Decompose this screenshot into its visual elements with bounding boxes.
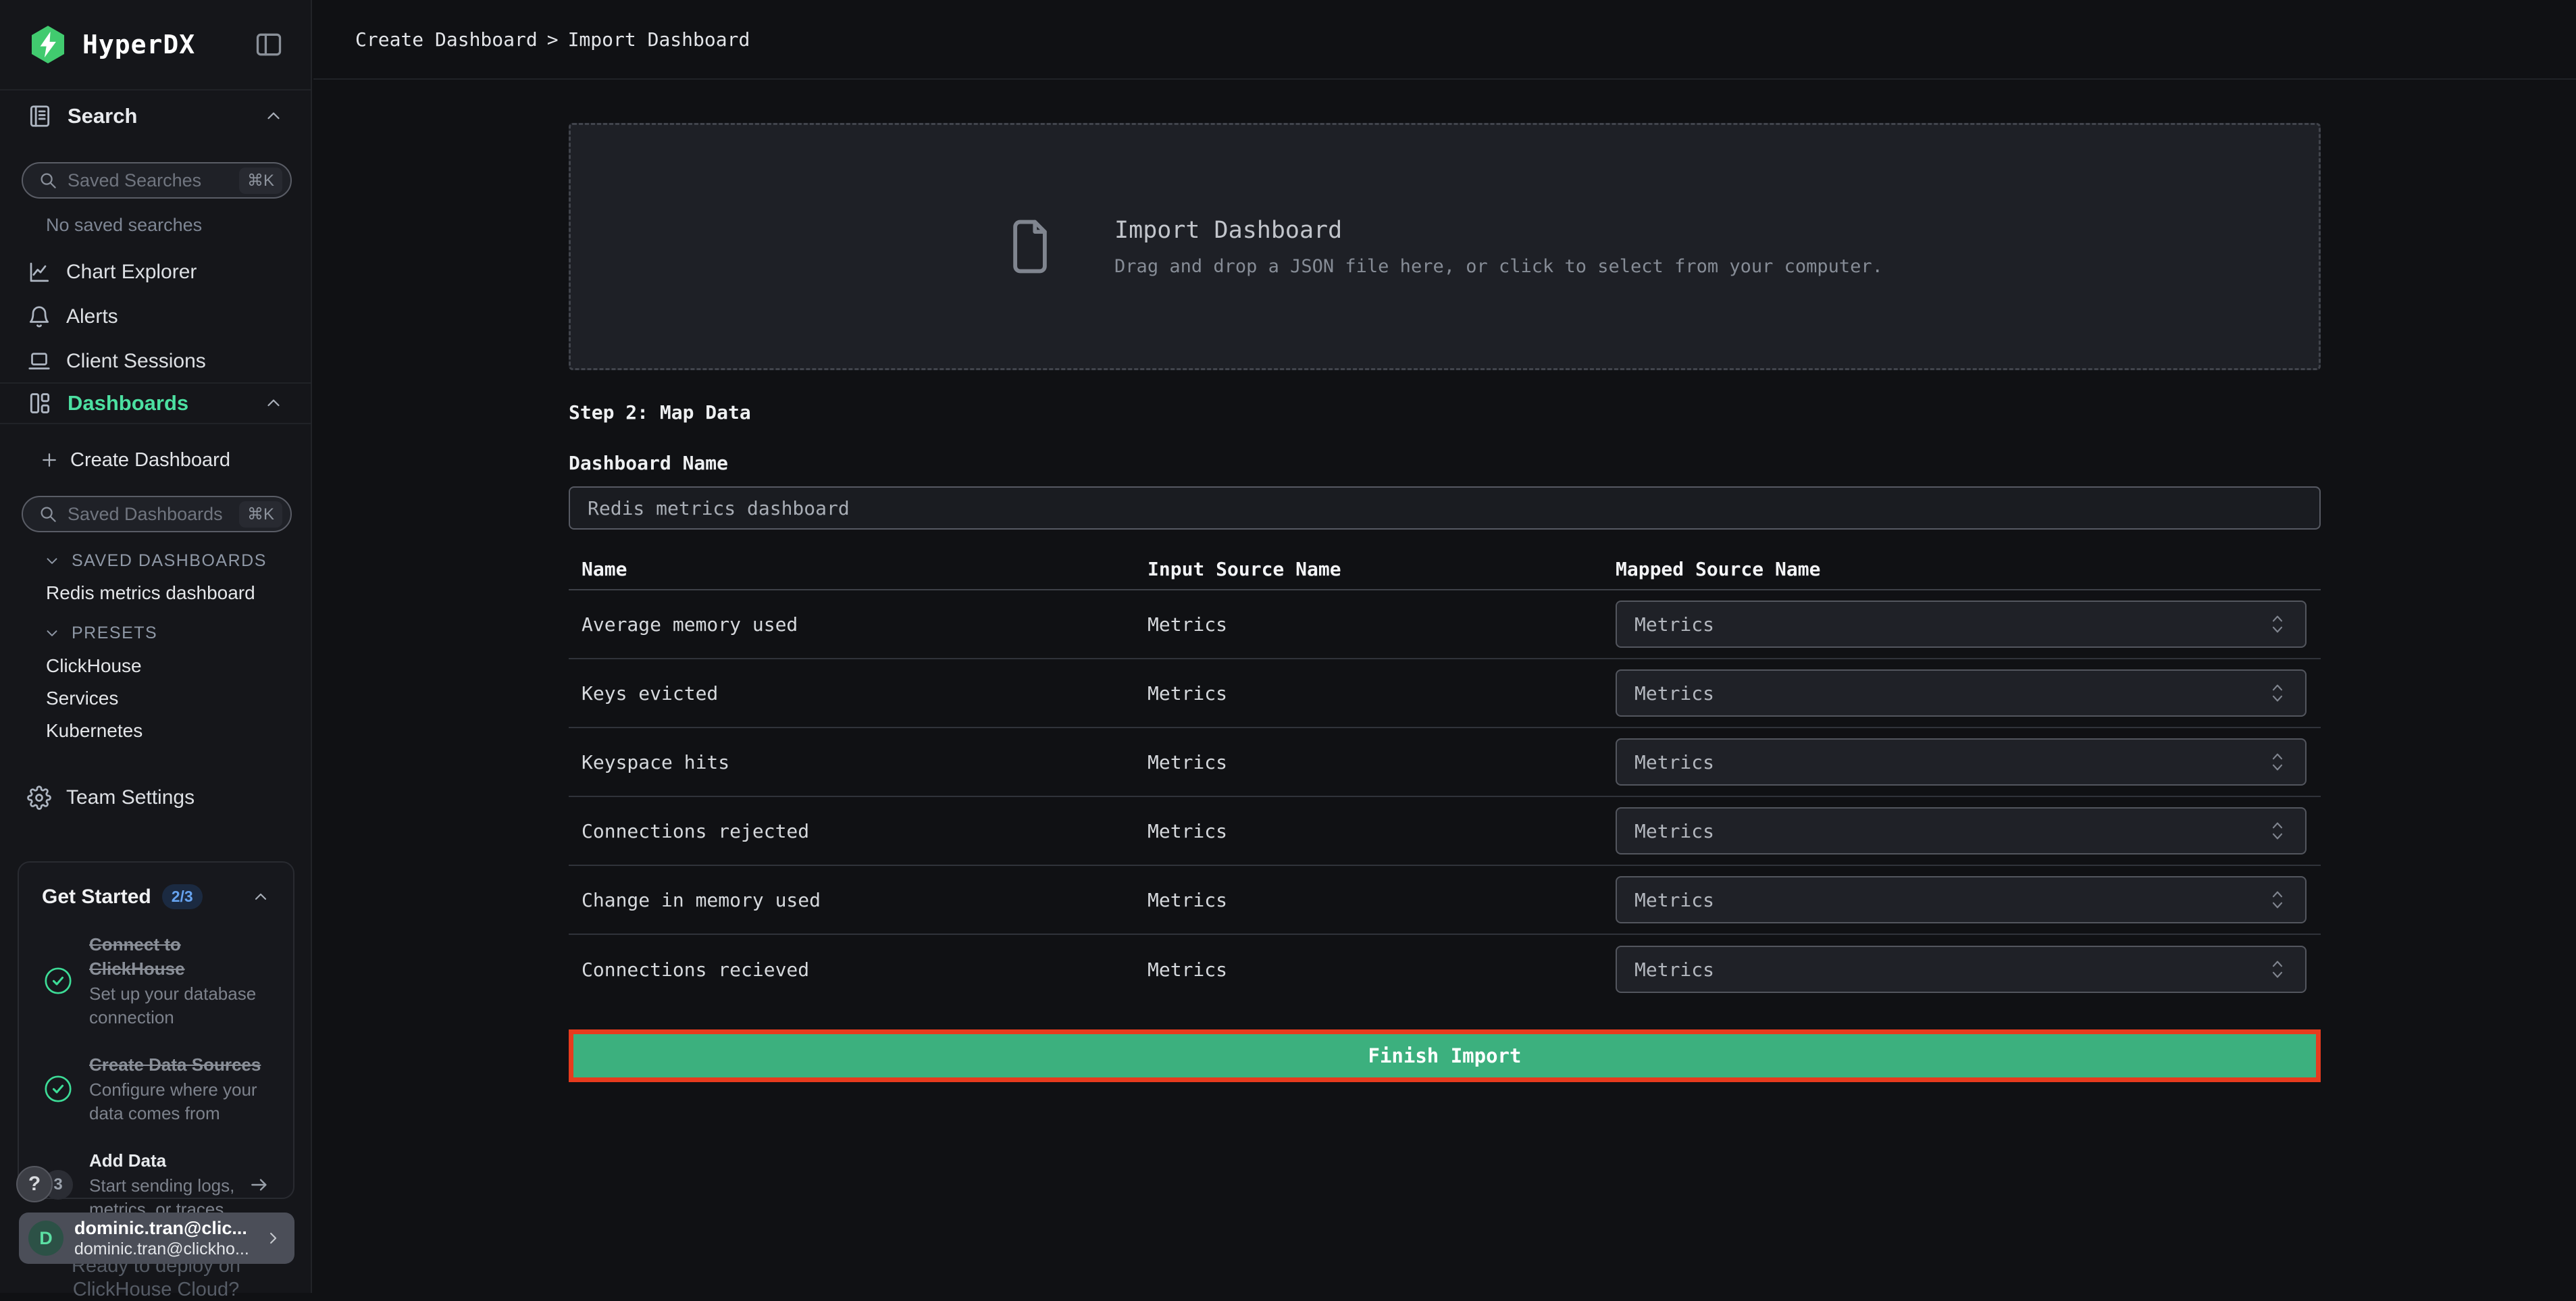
sidebar-item-client-sessions[interactable]: Client Sessions: [0, 339, 311, 384]
select-updown-icon: [2267, 681, 2288, 705]
sidebar-item-team-settings[interactable]: Team Settings: [0, 775, 311, 820]
mapping-table: Name Input Source Name Mapped Source Nam…: [569, 549, 2321, 1004]
breadcrumb-separator: >: [547, 28, 559, 51]
sidebar-section-search[interactable]: Search: [0, 89, 311, 142]
table-row: Change in memory used Metrics Metrics: [569, 866, 2321, 935]
help-button[interactable]: ?: [16, 1166, 53, 1202]
chevron-up-icon[interactable]: [251, 888, 270, 907]
dashboard-grid-icon: [27, 390, 53, 416]
progress-badge: 2/3: [162, 884, 203, 909]
table-row: Keys evicted Metrics Metrics: [569, 659, 2321, 728]
column-header-name: Name: [569, 558, 1135, 580]
sidebar: HyperDX Search ⌘K No saved searches Char…: [0, 0, 312, 1293]
select-updown-icon: [2267, 750, 2288, 774]
saved-dashboards-search[interactable]: ⌘K: [22, 496, 292, 532]
breadcrumb-create-dashboard[interactable]: Create Dashboard: [355, 28, 538, 51]
search-icon: [38, 504, 58, 524]
mapped-source-select[interactable]: Metrics: [1616, 738, 2307, 786]
main-area: Import Dashboard Drag and drop a JSON fi…: [313, 81, 2576, 1293]
presets-header[interactable]: PRESETS: [0, 617, 311, 649]
arrow-right-icon: [249, 1174, 270, 1196]
file-icon: [1006, 215, 1054, 278]
brand-name: HyperDX: [82, 30, 195, 59]
user-name: dominic.tran@clic...: [74, 1217, 263, 1239]
get-started-card: Get Started 2/3 Connect to ClickHouse Se…: [18, 861, 294, 1199]
import-dropzone[interactable]: Import Dashboard Drag and drop a JSON fi…: [569, 123, 2321, 370]
column-header-mapped-source: Mapped Source Name: [1603, 558, 2321, 580]
get-started-step-add-data[interactable]: 3 Add Data Start sending logs, metrics, …: [42, 1148, 270, 1221]
chevron-down-icon: [43, 624, 61, 642]
user-profile-button[interactable]: D dominic.tran@clic... dominic.tran@clic…: [19, 1213, 294, 1264]
saved-searches-search[interactable]: ⌘K: [22, 162, 292, 199]
get-started-step-connect[interactable]: Connect to ClickHouse Set up your databa…: [42, 932, 270, 1029]
mapped-source-select[interactable]: Metrics: [1616, 876, 2307, 923]
sidebar-item-preset-kubernetes[interactable]: Kubernetes: [0, 715, 311, 747]
cloud-teaser-line2: ClickHouse Cloud?: [0, 1279, 312, 1301]
saved-dashboards-input[interactable]: [68, 504, 239, 525]
get-started-step-sources[interactable]: Create Data Sources Configure where your…: [42, 1052, 270, 1125]
dashboards-section-label: Dashboards: [68, 391, 188, 415]
select-updown-icon: [2267, 888, 2288, 912]
breadcrumb-import-dashboard[interactable]: Import Dashboard: [568, 28, 750, 51]
gear-icon: [27, 786, 51, 810]
check-circle-icon: [43, 1073, 74, 1104]
sidebar-item-chart-explorer[interactable]: Chart Explorer: [0, 250, 311, 295]
topbar: Create Dashboard > Import Dashboard: [313, 0, 2576, 80]
chevron-right-icon: [263, 1229, 282, 1248]
chevron-down-icon: [43, 552, 61, 569]
dashboard-name-input[interactable]: [569, 486, 2321, 530]
sidebar-collapse-icon[interactable]: [254, 30, 284, 59]
chevron-up-icon: [263, 106, 284, 126]
hyperdx-logo-icon: [27, 24, 69, 66]
select-updown-icon: [2267, 819, 2288, 843]
table-header-row: Name Input Source Name Mapped Source Nam…: [569, 549, 2321, 590]
avatar: D: [28, 1221, 63, 1256]
table-row: Connections rejected Metrics Metrics: [569, 797, 2321, 866]
chart-icon: [27, 260, 51, 284]
check-circle-icon: [43, 965, 74, 996]
plus-icon: [39, 450, 59, 470]
search-section-label: Search: [68, 104, 137, 128]
select-updown-icon: [2267, 612, 2288, 636]
chevron-up-icon: [263, 393, 284, 413]
search-icon: [38, 170, 58, 190]
select-updown-icon: [2267, 957, 2288, 981]
sidebar-item-preset-services[interactable]: Services: [0, 682, 311, 715]
mapped-source-select[interactable]: Metrics: [1616, 601, 2307, 648]
laptop-icon: [27, 349, 51, 374]
finish-import-button[interactable]: Finish Import: [569, 1029, 2321, 1082]
table-row: Connections recieved Metrics Metrics: [569, 935, 2321, 1004]
saved-searches-input[interactable]: [68, 170, 239, 191]
shortcut-badge: ⌘K: [239, 501, 282, 528]
get-started-title: Get Started: [42, 886, 151, 909]
bell-icon: [27, 305, 51, 329]
mapped-source-select[interactable]: Metrics: [1616, 946, 2307, 993]
saved-dashboards-header[interactable]: SAVED DASHBOARDS: [0, 544, 311, 577]
mapped-source-select[interactable]: Metrics: [1616, 807, 2307, 854]
dropzone-title: Import Dashboard: [1114, 217, 1883, 244]
table-row: Keyspace hits Metrics Metrics: [569, 728, 2321, 797]
sidebar-section-dashboards[interactable]: Dashboards: [0, 382, 311, 424]
dropzone-subtitle: Drag and drop a JSON file here, or click…: [1114, 256, 1883, 277]
mapped-source-select[interactable]: Metrics: [1616, 669, 2307, 717]
logo-row: HyperDX: [0, 0, 311, 89]
column-header-input-source: Input Source Name: [1135, 558, 1603, 580]
sidebar-item-redis-dashboard[interactable]: Redis metrics dashboard: [0, 577, 311, 609]
create-dashboard-button[interactable]: Create Dashboard: [0, 438, 311, 482]
table-row: Average memory used Metrics Metrics: [569, 590, 2321, 659]
no-saved-searches-text: No saved searches: [46, 215, 202, 236]
search-journal-icon: [27, 103, 53, 129]
dashboard-name-label: Dashboard Name: [569, 452, 2321, 474]
step-label: Step 2: Map Data: [569, 401, 2321, 424]
shortcut-badge: ⌘K: [239, 168, 282, 194]
sidebar-item-preset-clickhouse[interactable]: ClickHouse: [0, 650, 311, 682]
sidebar-item-alerts[interactable]: Alerts: [0, 295, 311, 339]
user-email: dominic.tran@clickho...: [74, 1239, 263, 1259]
